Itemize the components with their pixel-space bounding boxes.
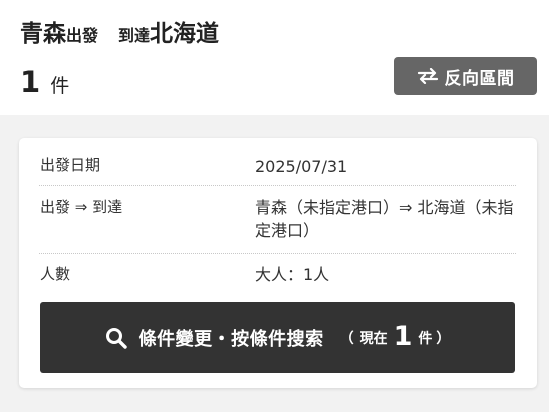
- swap-arrows-icon: [417, 68, 438, 84]
- reverse-route-button[interactable]: 反向區間: [394, 57, 537, 95]
- to-place: 北海道: [150, 21, 220, 47]
- from-place: 青森: [20, 21, 66, 47]
- search-button-unit: 件: [418, 330, 433, 347]
- search-button-paren-open: （: [339, 330, 354, 347]
- change-conditions-search-button[interactable]: 條件變更・按條件搜索 （ 現在 1 件）: [40, 302, 515, 373]
- reverse-route-label: 反向區間: [444, 68, 515, 89]
- result-count-number: 1: [20, 65, 41, 99]
- route-label: 出發 ⇒ 到達: [40, 198, 123, 216]
- result-count: 1件: [20, 64, 69, 105]
- search-button-label: 條件變更・按條件搜索: [138, 328, 324, 350]
- result-count-unit: 件: [50, 75, 70, 97]
- route-value: 青森（未指定港口）⇒ 北海道（未指定港口）: [255, 198, 514, 240]
- page-header: 青森出發 到達北海道 1件 反向區間: [0, 0, 549, 115]
- date-row: 出發日期 2025/07/31: [39, 154, 516, 186]
- search-button-paren-close: ）: [436, 330, 451, 347]
- people-label: 人數: [40, 265, 71, 283]
- people-row: 人數 大人：1人: [39, 263, 516, 289]
- to-prefix: 到達: [118, 26, 151, 45]
- route-title: 青森出發 到達北海道: [20, 18, 219, 52]
- search-icon: [105, 327, 127, 349]
- search-button-count: 1: [393, 321, 413, 352]
- date-value: 2025/07/31: [255, 157, 348, 176]
- from-suffix: 出發: [66, 26, 99, 45]
- route-row: 出發 ⇒ 到達 青森（未指定港口）⇒ 北海道（未指定港口）: [39, 196, 516, 254]
- search-button-prefix: 現在: [359, 330, 388, 347]
- search-conditions-card: 出發日期 2025/07/31 出發 ⇒ 到達 青森（未指定港口）⇒ 北海道（未…: [19, 138, 537, 388]
- date-label: 出發日期: [40, 156, 101, 174]
- people-value: 大人：1人: [255, 265, 330, 284]
